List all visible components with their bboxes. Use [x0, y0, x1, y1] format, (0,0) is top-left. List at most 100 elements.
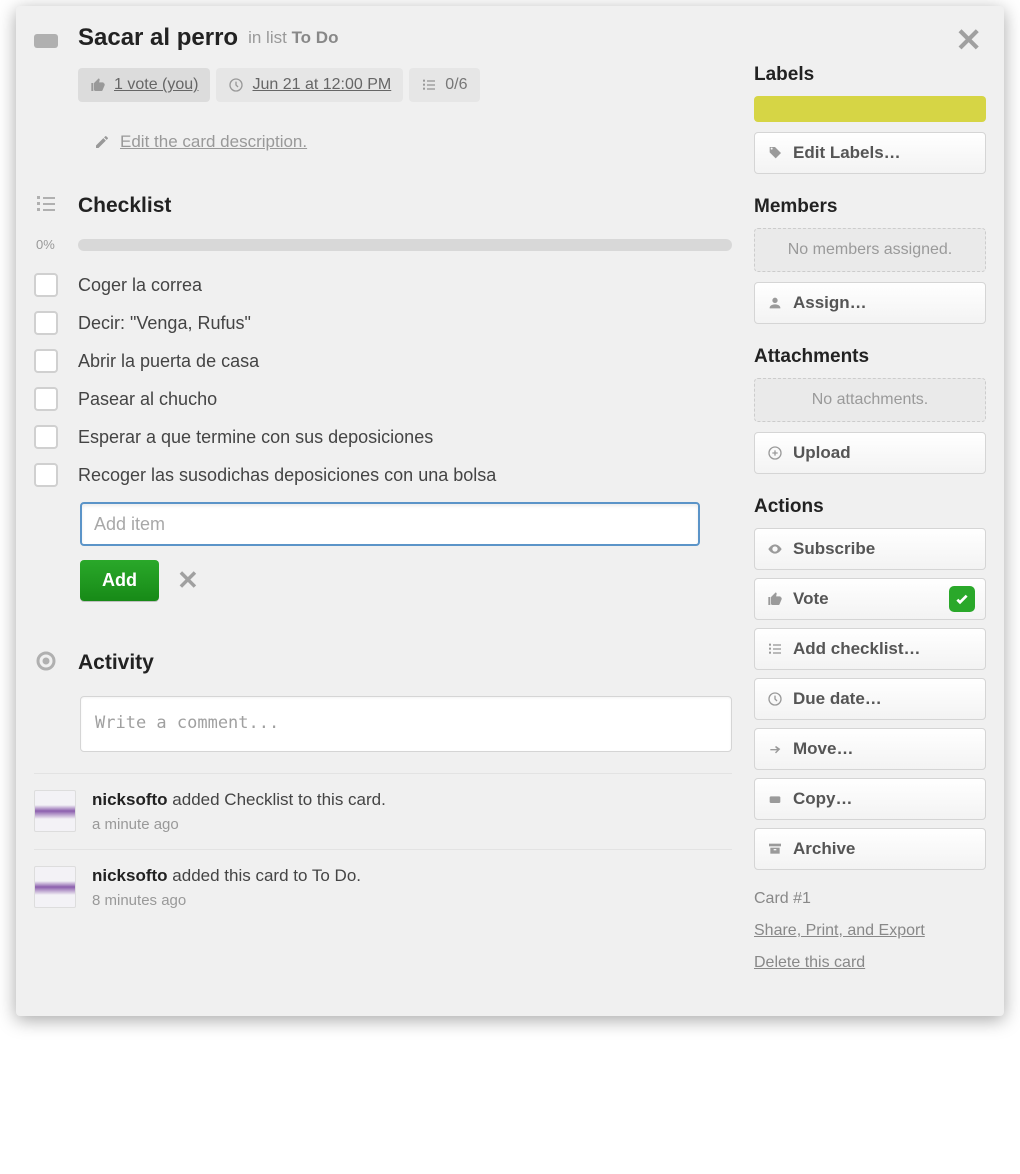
checklist-item-label[interactable]: Esperar a que termine con sus deposicion…: [78, 427, 433, 448]
checklist-item-label[interactable]: Pasear al chucho: [78, 389, 217, 410]
in-list-name[interactable]: To Do: [292, 28, 339, 47]
add-item-input[interactable]: [80, 502, 700, 546]
checkbox[interactable]: [34, 425, 58, 449]
assign-label: Assign…: [793, 293, 867, 313]
tag-icon: [767, 145, 783, 161]
card-title[interactable]: Sacar al perro: [78, 24, 238, 52]
delete-link[interactable]: Delete this card: [754, 954, 986, 972]
members-heading: Members: [754, 196, 986, 218]
activity-item: nicksofto added this card to To Do. 8 mi…: [34, 849, 732, 925]
eye-icon: [767, 541, 783, 557]
comment-input[interactable]: [80, 696, 732, 752]
move-button[interactable]: Move…: [754, 728, 986, 770]
checklist-item: Abrir la puerta de casa: [34, 342, 732, 380]
add-item-area: Add ✕: [80, 502, 732, 601]
copy-label: Copy…: [793, 789, 853, 809]
edit-labels-label: Edit Labels…: [793, 143, 901, 163]
activity-title: Activity: [78, 651, 154, 675]
checklist-title: Checklist: [78, 194, 171, 218]
edit-labels-button[interactable]: Edit Labels…: [754, 132, 986, 174]
thumb-up-icon: [767, 591, 783, 607]
upload-label: Upload: [793, 443, 851, 463]
vote-label: Vote: [793, 589, 829, 609]
copy-button[interactable]: Copy…: [754, 778, 986, 820]
upload-button[interactable]: Upload: [754, 432, 986, 474]
pencil-icon: [94, 134, 110, 150]
actions-heading: Actions: [754, 496, 986, 518]
votes-badge[interactable]: 1 vote (you): [78, 68, 210, 102]
card-sidebar: Labels Edit Labels… Members No members a…: [754, 24, 986, 986]
checklist-item: Pasear al chucho: [34, 380, 732, 418]
checklist-badge[interactable]: 0/6: [409, 68, 479, 102]
subscribe-label: Subscribe: [793, 539, 875, 559]
card-header: Sacar al perro in list To Do: [34, 24, 732, 52]
vote-button[interactable]: Vote: [754, 578, 986, 620]
checkbox[interactable]: [34, 273, 58, 297]
votes-text: 1 vote (you): [114, 76, 198, 94]
checklist-item-label[interactable]: Coger la correa: [78, 275, 202, 296]
checklist-section-header: Checklist: [34, 192, 732, 219]
activity-line: nicksofto added this card to To Do.: [92, 866, 361, 886]
in-list-prefix: in list: [248, 28, 287, 47]
card-meta: Card #1 Share, Print, and Export Delete …: [754, 890, 986, 972]
subscribe-button[interactable]: Subscribe: [754, 528, 986, 570]
cancel-icon[interactable]: ✕: [177, 565, 199, 596]
due-date-label: Due date…: [793, 689, 882, 709]
checklist-item-label[interactable]: Abrir la puerta de casa: [78, 351, 259, 372]
due-date-badge[interactable]: Jun 21 at 12:00 PM: [216, 68, 403, 102]
attachments-heading: Attachments: [754, 346, 986, 368]
clock-icon: [228, 77, 244, 93]
activity-time: 8 minutes ago: [92, 892, 361, 909]
progress-bar: [78, 239, 732, 251]
archive-icon: [767, 841, 783, 857]
progress-percent: 0%: [34, 237, 78, 252]
activity-text: nicksofto added this card to To Do. 8 mi…: [92, 866, 361, 909]
activity-line: nicksofto added Checklist to this card.: [92, 790, 386, 810]
checklist-count: 0/6: [445, 76, 467, 94]
checklist-progress: 0%: [34, 237, 732, 252]
checkbox[interactable]: [34, 463, 58, 487]
label-strip[interactable]: [754, 96, 986, 122]
card-columns: Sacar al perro in list To Do 1 vote (you…: [34, 24, 986, 986]
card-small-icon: [767, 791, 783, 807]
add-checklist-button[interactable]: Add checklist…: [754, 628, 986, 670]
due-text: Jun 21 at 12:00 PM: [252, 76, 391, 94]
card-icon: [34, 34, 58, 48]
card-detail-dialog: ✕ Sacar al perro in list To Do 1 vote (y…: [16, 6, 1004, 1016]
checklist-item-label[interactable]: Decir: "Venga, Rufus": [78, 313, 251, 334]
add-item-actions: Add ✕: [80, 560, 732, 601]
checkbox[interactable]: [34, 387, 58, 411]
checkbox[interactable]: [34, 349, 58, 373]
checklist-item-label[interactable]: Recoger las susodichas deposiciones con …: [78, 465, 496, 486]
activity-time: a minute ago: [92, 816, 386, 833]
close-icon[interactable]: ✕: [955, 24, 982, 56]
activity-user[interactable]: nicksofto: [92, 790, 168, 809]
share-link[interactable]: Share, Print, and Export: [754, 922, 986, 940]
assign-button[interactable]: Assign…: [754, 282, 986, 324]
activity-section-header: Activity: [34, 649, 732, 676]
no-attachments: No attachments.: [754, 378, 986, 422]
checkbox[interactable]: [34, 311, 58, 335]
activity-user[interactable]: nicksofto: [92, 866, 168, 885]
add-checklist-label: Add checklist…: [793, 639, 921, 659]
avatar[interactable]: [34, 866, 76, 908]
card-number: Card #1: [754, 890, 986, 908]
arrow-right-icon: [767, 741, 783, 757]
plus-circle-icon: [767, 445, 783, 461]
checklist-item: Recoger las susodichas deposiciones con …: [34, 456, 732, 494]
checklist-icon: [421, 77, 437, 93]
labels-heading: Labels: [754, 64, 986, 86]
activity-text: nicksofto added Checklist to this card. …: [92, 790, 386, 833]
archive-button[interactable]: Archive: [754, 828, 986, 870]
activity-action: added this card to To Do.: [172, 866, 361, 885]
list-icon: [34, 192, 58, 219]
checklist-item: Esperar a que termine con sus deposicion…: [34, 418, 732, 456]
avatar[interactable]: [34, 790, 76, 832]
edit-description-link[interactable]: Edit the card description.: [94, 132, 732, 152]
due-date-button[interactable]: Due date…: [754, 678, 986, 720]
checklist-item: Decir: "Venga, Rufus": [34, 304, 732, 342]
add-button[interactable]: Add: [80, 560, 159, 601]
user-icon: [767, 295, 783, 311]
checklist-icon: [767, 641, 783, 657]
checklist-item: Coger la correa: [34, 266, 732, 304]
